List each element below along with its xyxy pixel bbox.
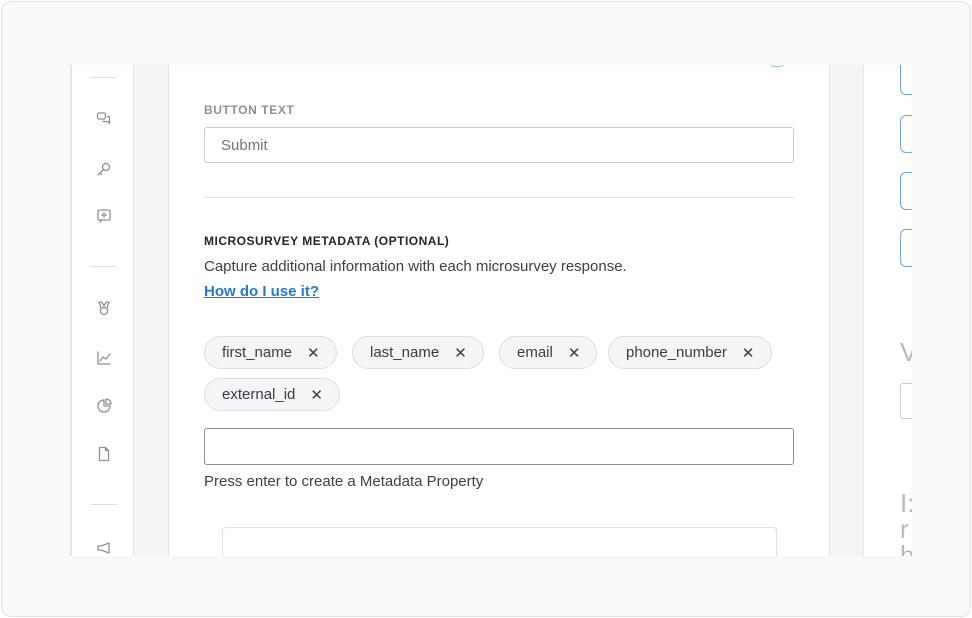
option-button[interactable] [900, 115, 912, 153]
remove-tag-icon[interactable]: ✕ [568, 344, 581, 362]
metadata-tag: phone_number ✕ [608, 336, 772, 369]
help-link[interactable]: How do I use it? [204, 283, 319, 300]
metadata-property-input[interactable] [204, 428, 794, 465]
trend-chart-icon[interactable] [94, 348, 114, 368]
pie-chart-icon[interactable] [94, 396, 114, 416]
panel-text: h [900, 542, 912, 556]
tag-label: first_name [222, 344, 293, 361]
sidebar-divider [90, 266, 117, 267]
preview-box [222, 527, 777, 556]
metadata-tag: first_name ✕ [204, 336, 337, 369]
sidebar-divider [90, 77, 117, 78]
panel-text: I: [900, 488, 912, 518]
option-button[interactable] [900, 172, 912, 210]
content-gutter [134, 65, 168, 556]
form-card: BUTTON TEXT MICROSURVEY METADATA (OPTION… [168, 65, 830, 556]
add-comment-icon[interactable] [94, 206, 114, 226]
metadata-hint: Press enter to create a Metadata Propert… [204, 473, 484, 490]
option-button[interactable] [900, 65, 912, 95]
metadata-tag: last_name ✕ [352, 336, 484, 369]
metadata-section-title: MICROSURVEY METADATA (OPTIONAL) [204, 234, 450, 248]
remove-tag-icon[interactable]: ✕ [310, 386, 323, 404]
award-icon[interactable] [94, 298, 114, 318]
sidebar-nav [70, 65, 134, 556]
tag-label: last_name [370, 344, 440, 361]
button-text-label: BUTTON TEXT [204, 103, 295, 117]
panel-heading: V [900, 339, 912, 365]
panel-input[interactable] [900, 383, 912, 419]
document-icon[interactable] [94, 444, 114, 464]
megaphone-icon[interactable] [94, 538, 114, 556]
remove-tag-icon[interactable]: ✕ [454, 344, 467, 362]
option-button[interactable] [900, 229, 912, 267]
button-text-input[interactable] [204, 127, 794, 163]
metadata-tag: email ✕ [499, 336, 598, 369]
tag-label: email [517, 344, 553, 361]
panel-text: r [900, 514, 909, 544]
tag-label: phone_number [626, 344, 727, 361]
remove-tag-icon[interactable]: ✕ [307, 344, 320, 362]
viewport: BUTTON TEXT MICROSURVEY METADATA (OPTION… [70, 65, 912, 556]
status-indicator [767, 65, 787, 67]
tag-label: external_id [222, 386, 296, 403]
right-panel: V I: r h [863, 65, 912, 556]
section-divider [204, 197, 794, 198]
metadata-description: Capture additional information with each… [204, 258, 627, 275]
sidebar-divider [90, 504, 117, 505]
app-window: BUTTON TEXT MICROSURVEY METADATA (OPTION… [1, 1, 971, 617]
key-icon[interactable] [94, 159, 114, 179]
metadata-tag: external_id ✕ [204, 378, 340, 411]
chat-bubbles-icon[interactable] [94, 109, 114, 129]
remove-tag-icon[interactable]: ✕ [742, 344, 755, 362]
